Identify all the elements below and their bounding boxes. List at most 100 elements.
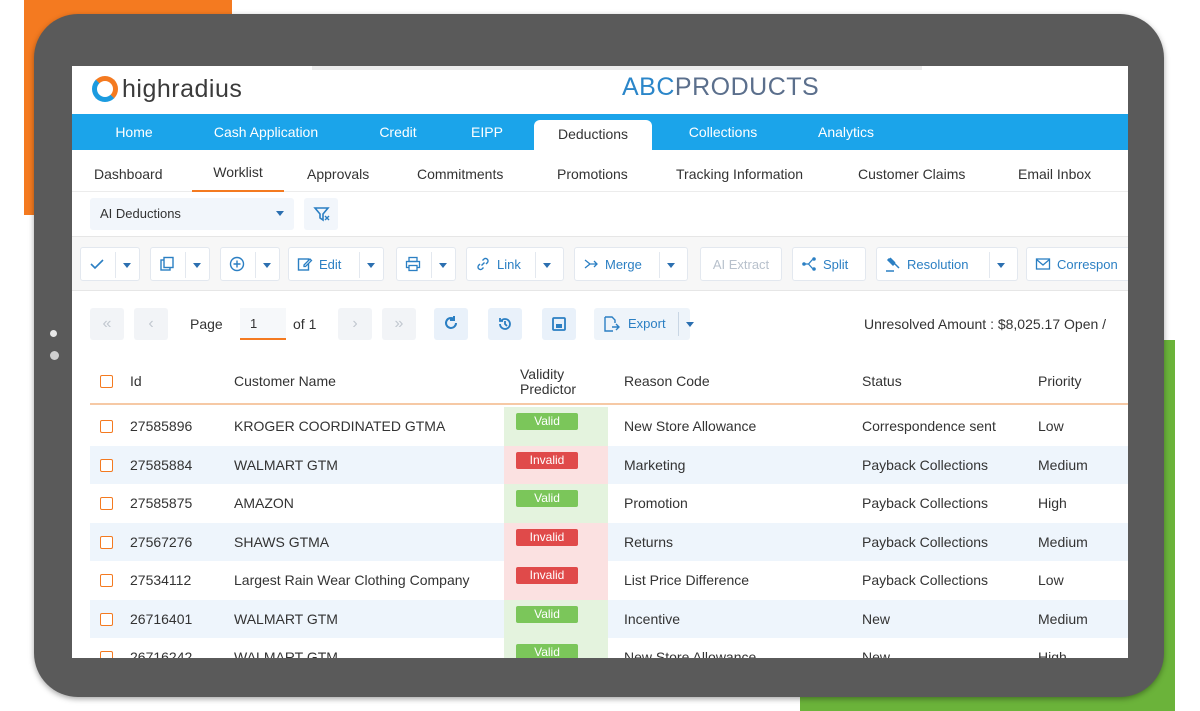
edit-icon	[297, 258, 313, 271]
cell-priority: Medium	[1038, 533, 1088, 550]
history-button[interactable]	[488, 308, 522, 340]
table-row[interactable]: 26716401 WALMART GTM Valid Incentive New Medi…	[90, 599, 1128, 639]
subnav-commitments[interactable]: Commitments	[417, 150, 503, 192]
next-page-button[interactable]: ›	[338, 308, 372, 340]
ai-extract-button[interactable]: AI Extract	[700, 247, 782, 281]
nav-cash-application[interactable]: Cash Application	[196, 114, 336, 150]
cell-id[interactable]: 27585884	[130, 446, 192, 485]
tablet-sensor	[50, 330, 57, 337]
chevron-down-icon[interactable]	[686, 322, 694, 327]
company-brand-part2: PRODUCTS	[674, 73, 820, 101]
subnav-approvals[interactable]: Approvals	[307, 150, 369, 192]
row-checkbox[interactable]	[100, 535, 113, 549]
app-header: highradius ABCPRODUCTS	[72, 66, 1128, 114]
nav-credit[interactable]: Credit	[360, 114, 436, 150]
chevron-down-icon[interactable]	[123, 263, 131, 268]
subnav-promotions[interactable]: Promotions	[557, 150, 628, 192]
row-checkbox[interactable]	[100, 458, 113, 472]
nav-deductions[interactable]: Deductions	[534, 120, 652, 150]
cell-status: Correspondence sent	[862, 418, 996, 434]
validity-badge: Valid	[516, 490, 578, 507]
split-button[interactable]: Split	[792, 247, 866, 281]
chevron-down-icon[interactable]	[997, 263, 1005, 268]
cell-id[interactable]: 26716401	[130, 600, 192, 639]
chevron-down-icon[interactable]	[543, 263, 551, 268]
nav-home[interactable]: Home	[94, 114, 174, 150]
cell-priority: Medium	[1038, 456, 1088, 473]
clear-filter-button[interactable]	[304, 198, 338, 230]
page-count: of 1	[293, 316, 317, 332]
table-row[interactable]: 27585875 AMAZON Valid Promotion Payback Coll…	[90, 484, 1128, 523]
copy-button[interactable]	[150, 247, 210, 281]
cell-reason-code: Promotion	[624, 495, 688, 511]
export-button[interactable]: Export	[594, 308, 694, 340]
column-priority[interactable]: Priority	[1038, 358, 1082, 405]
cell-id[interactable]: 26716242	[130, 638, 192, 658]
add-button[interactable]	[220, 247, 280, 281]
validity-badge: Invalid	[516, 451, 578, 469]
resolution-label: Resolution	[907, 256, 969, 272]
edit-button[interactable]: Edit	[288, 247, 384, 281]
cell-validity: Invalid	[504, 445, 608, 484]
select-all-checkbox[interactable]	[100, 358, 113, 405]
cell-id[interactable]: 27534112	[130, 561, 191, 600]
chevron-down-icon[interactable]	[367, 263, 375, 268]
column-id[interactable]: Id	[130, 358, 142, 405]
correspondence-button[interactable]: Correspon	[1026, 247, 1128, 281]
save-button[interactable]	[542, 308, 576, 340]
cell-id[interactable]: 27585875	[130, 484, 192, 523]
cell-customer-name: AMAZON	[234, 495, 294, 511]
row-checkbox[interactable]	[100, 574, 113, 587]
cell-status: Payback Collections	[862, 495, 989, 511]
chevron-down-icon[interactable]	[439, 263, 447, 268]
column-customer-name[interactable]: Customer Name	[234, 358, 336, 405]
pagination-bar: « ‹ Page of 1 › » Export Unresolved Amou…	[72, 292, 1128, 358]
subnav-customer-claims[interactable]: Customer Claims	[858, 150, 965, 192]
row-checkbox[interactable]	[100, 612, 113, 626]
cell-status: Payback Collections	[862, 572, 989, 588]
column-reason-code[interactable]: Reason Code	[624, 358, 710, 405]
prev-page-button[interactable]: ‹	[134, 308, 168, 340]
subnav-email-inbox[interactable]: Email Inbox	[1018, 150, 1091, 192]
row-checkbox[interactable]	[100, 420, 113, 433]
chevron-down-icon[interactable]	[193, 263, 201, 268]
nav-analytics[interactable]: Analytics	[800, 114, 892, 150]
unresolved-amount: Unresolved Amount : $8,025.17 Open /	[864, 316, 1107, 332]
cell-id[interactable]: 27567276	[130, 523, 192, 562]
print-button[interactable]	[396, 247, 456, 281]
logo-text: highradius	[122, 74, 243, 103]
chevron-down-icon[interactable]	[263, 263, 271, 268]
row-checkbox[interactable]	[100, 497, 113, 510]
refresh-button[interactable]	[434, 308, 468, 340]
action-toolbar: Edit Link Merge AI Extract Split Resolut…	[72, 236, 1128, 291]
subnav-tracking-information[interactable]: Tracking Information	[676, 150, 803, 192]
table-row[interactable]: 27534112 Largest Rain Wear Clothing Compa…	[90, 561, 1128, 600]
subnav-dashboard[interactable]: Dashboard	[94, 150, 163, 192]
page-label: Page	[190, 316, 223, 332]
row-checkbox[interactable]	[100, 651, 113, 658]
view-select[interactable]: AI Deductions	[90, 198, 294, 230]
chevron-down-icon[interactable]	[667, 263, 675, 268]
link-button[interactable]: Link	[466, 247, 564, 281]
last-page-button[interactable]: »	[382, 308, 416, 340]
merge-button[interactable]: Merge	[574, 247, 688, 281]
cell-id[interactable]: 27585896	[130, 407, 192, 446]
page-number-input[interactable]	[240, 308, 286, 340]
column-validity-predictor[interactable]: Validity Predictor	[520, 358, 576, 405]
table-row[interactable]: 27585884 WALMART GTM Invalid Marketing Payba…	[90, 445, 1128, 485]
subnav-worklist[interactable]: Worklist	[192, 150, 284, 192]
table-row[interactable]: 27567276 SHAWS GTMA Invalid Returns Payback …	[90, 522, 1128, 562]
cell-customer-name: WALMART GTM	[234, 456, 338, 473]
table-row[interactable]: 27585896 KROGER COORDINATED GTMA Valid New …	[90, 407, 1128, 446]
nav-eipp[interactable]: EIPP	[460, 114, 514, 150]
edit-label: Edit	[319, 256, 342, 272]
first-page-button[interactable]: «	[90, 308, 124, 340]
approve-button[interactable]	[80, 247, 140, 281]
column-status[interactable]: Status	[862, 358, 902, 405]
resolution-button[interactable]: Resolution	[876, 247, 1018, 281]
highradius-logo[interactable]: highradius	[90, 74, 242, 104]
merge-label: Merge	[605, 256, 642, 272]
table-row[interactable]: 26716242 WALMART GTM Valid New Store Allowa…	[90, 638, 1128, 658]
chevron-down-icon	[276, 211, 284, 216]
nav-collections[interactable]: Collections	[672, 114, 774, 150]
